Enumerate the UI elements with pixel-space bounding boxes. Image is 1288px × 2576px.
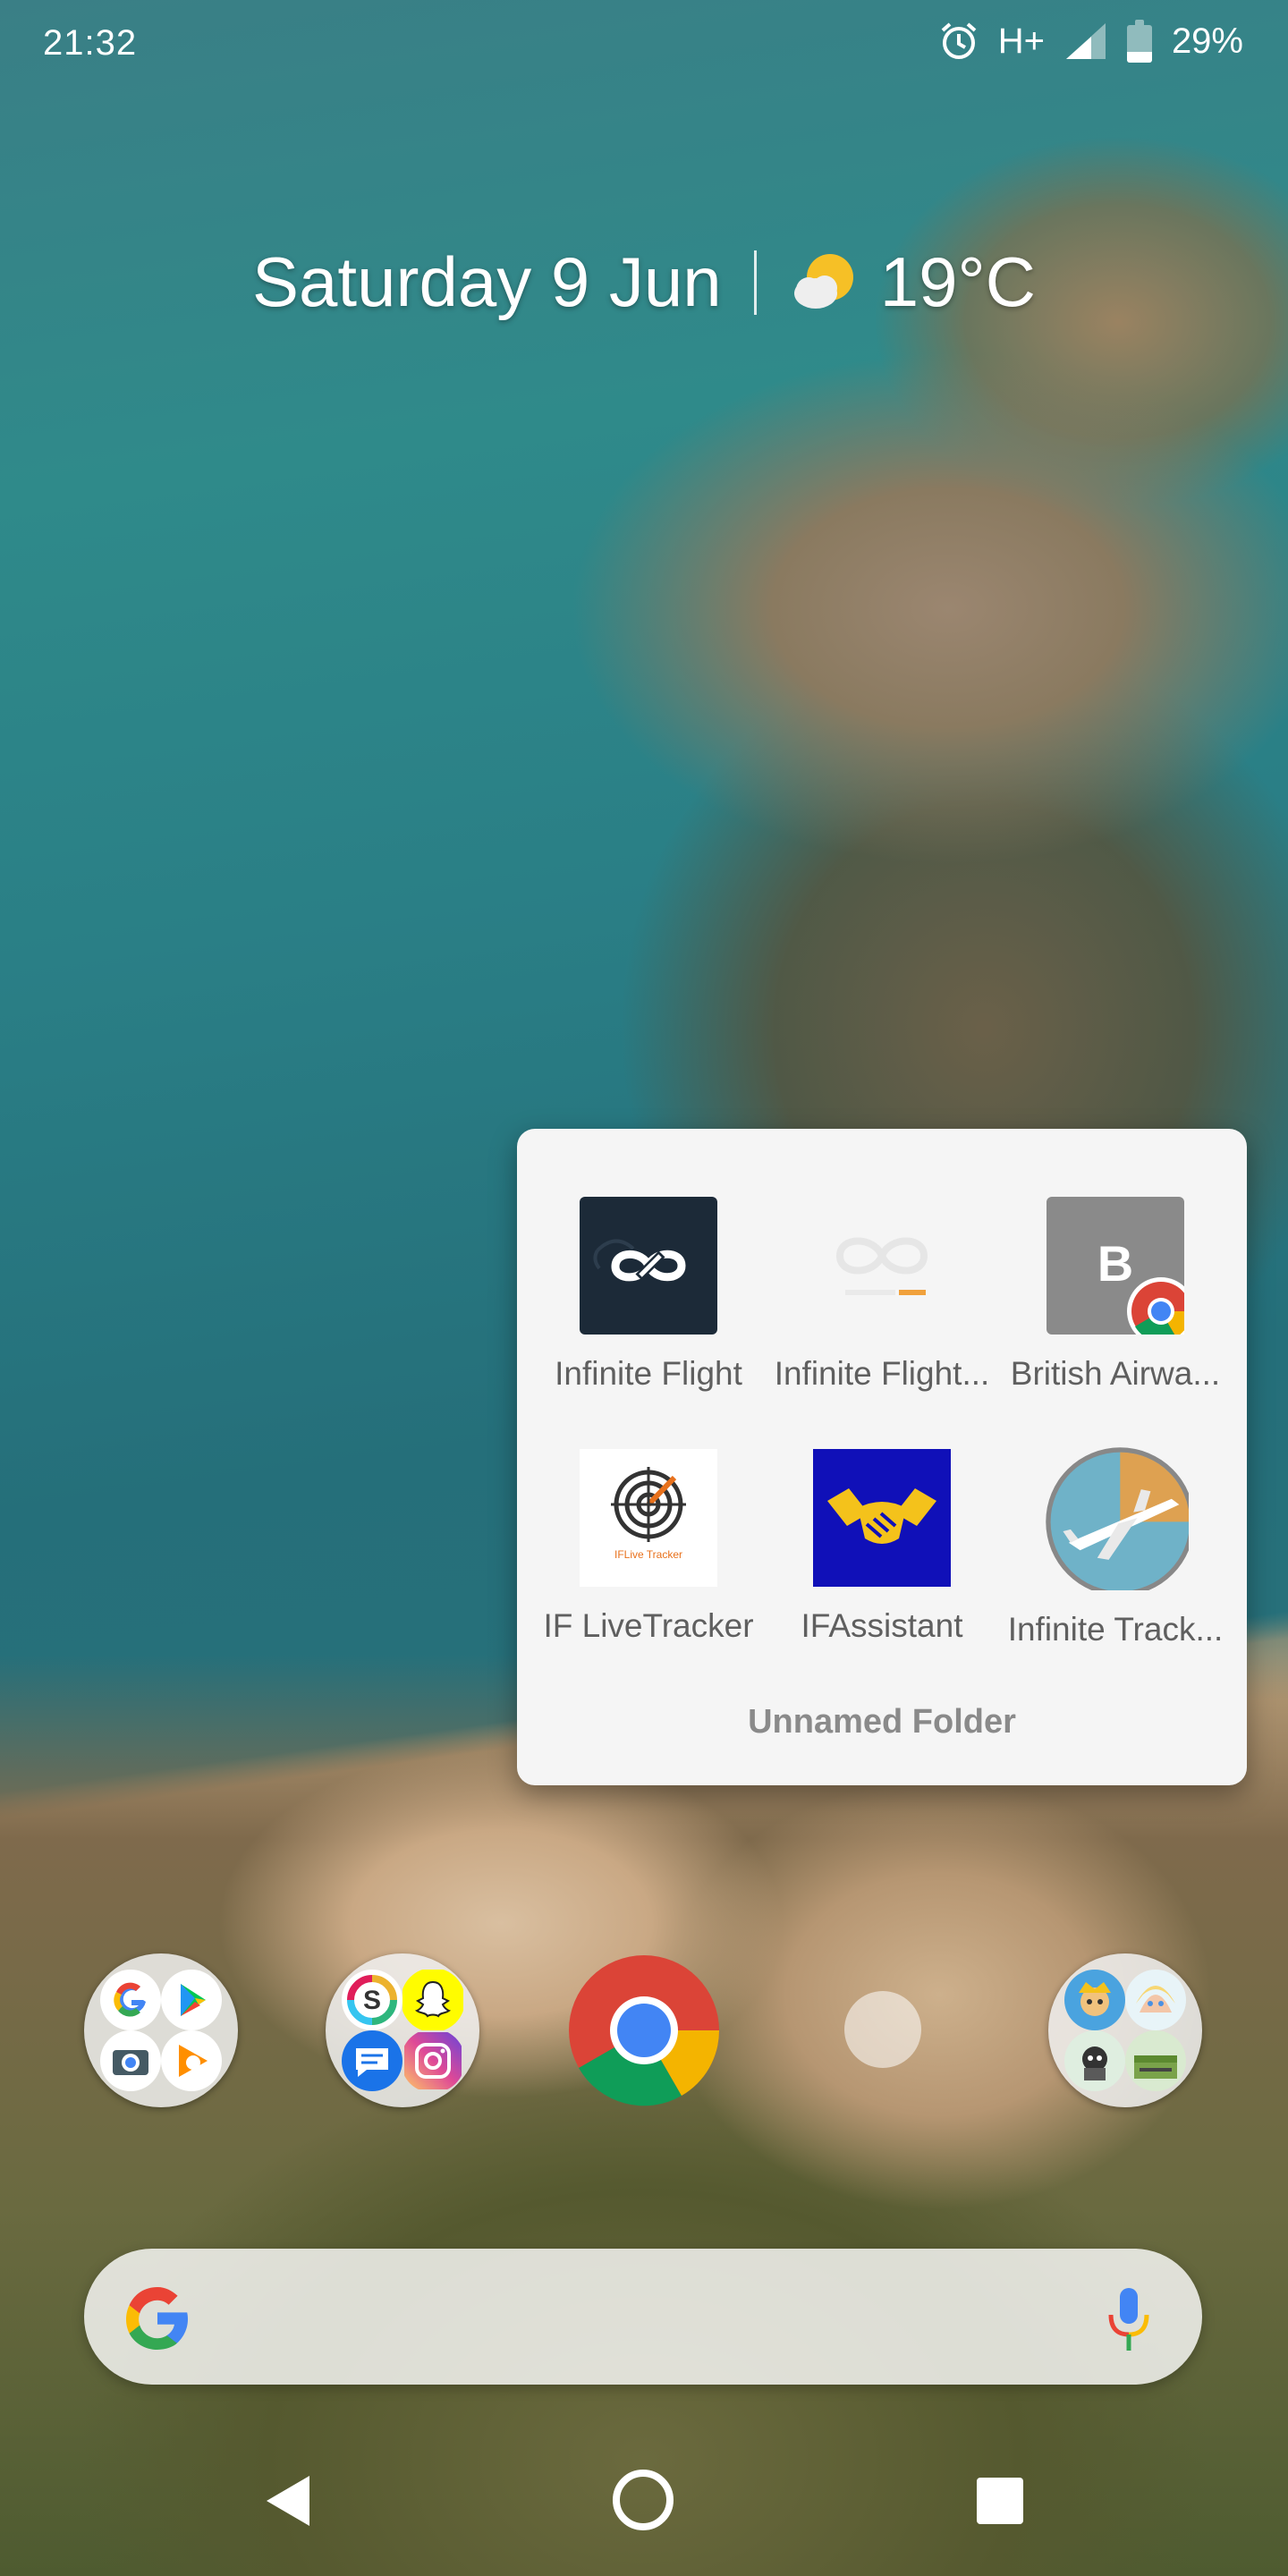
google-app-icon (100, 1970, 161, 2030)
infinite-flight-logo-icon (813, 1197, 951, 1335)
folder-name[interactable]: Unnamed Folder (517, 1703, 1247, 1741)
folder-app-label: Infinite Flight (555, 1355, 742, 1392)
ifassistant-handshake-icon (813, 1449, 951, 1587)
folder-app-infinite-tracker[interactable]: Infinite Track... (995, 1447, 1236, 1648)
signal-icon (1065, 23, 1106, 59)
if-livetracker-icon: IFLive Tracker (580, 1449, 717, 1587)
snapchat-icon (402, 1970, 463, 2030)
character-game-icon (1064, 2030, 1125, 2091)
battery-icon (1126, 20, 1152, 63)
battery-percent: 29% (1171, 21, 1243, 61)
network-type: H+ (997, 21, 1045, 61)
google-search-bar[interactable] (84, 2249, 1202, 2385)
british-airways-chrome-shortcut-icon: B (1046, 1197, 1195, 1345)
play-music-icon (161, 2030, 222, 2091)
status-time: 21:32 (43, 23, 138, 63)
google-g-icon[interactable] (120, 2281, 195, 2356)
slack-letter: S (363, 1986, 381, 2015)
folder-popup: Infinite Flight Infinite Flight... B Bri… (517, 1129, 1247, 1785)
folder-app-infinite-flight[interactable]: Infinite Flight (528, 1197, 769, 1393)
folder-app-ifassistant[interactable]: IFAssistant (761, 1449, 1003, 1645)
folder-app-if-livetracker[interactable]: IFLive Tracker IF LiveTracker (528, 1449, 769, 1645)
folder-app-label: British Airwa... (1010, 1355, 1221, 1392)
if-livetracker-icon-text: IFLive Tracker (614, 1548, 682, 1561)
minecraft-icon (1125, 2030, 1186, 2091)
back-icon[interactable] (265, 2474, 311, 2528)
instagram-icon (404, 2032, 462, 2089)
folder-app-label: IFAssistant (801, 1607, 963, 1644)
dock-folder-games[interactable] (1048, 1953, 1202, 2107)
folder-app-infinite-flight-2[interactable]: Infinite Flight... (761, 1197, 1003, 1393)
microphone-icon[interactable] (1106, 2284, 1152, 2356)
wallpaper-shore (0, 1655, 1288, 2576)
slack-icon: S (342, 1970, 402, 2030)
infinite-tracker-plane-icon (1046, 1447, 1195, 1597)
messages-icon (342, 2030, 402, 2091)
at-a-glance-widget[interactable]: Saturday 9 Jun 19°C (0, 242, 1288, 323)
folder-app-label: IF LiveTracker (543, 1607, 754, 1644)
british-airways-letter: B (1097, 1235, 1133, 1292)
recents-icon[interactable] (977, 2478, 1023, 2524)
camera-icon (100, 2030, 161, 2091)
partly-cloudy-icon (793, 253, 853, 309)
navigation-bar (0, 2442, 1288, 2576)
anime-game-icon (1125, 1970, 1186, 2030)
chrome-icon[interactable] (567, 1953, 721, 2107)
glance-divider (753, 250, 757, 315)
home-icon[interactable] (612, 2469, 674, 2531)
folder-app-label: Infinite Flight... (774, 1355, 990, 1392)
alarm-icon (941, 22, 977, 59)
status-icons: H+ 29% (939, 20, 1243, 63)
dock-empty-slot[interactable] (844, 1991, 921, 2068)
dock-folder-google[interactable] (84, 1953, 238, 2107)
folder-app-label: Infinite Track... (1007, 1611, 1224, 1648)
folder-app-british-airways[interactable]: B British Airwa... (995, 1197, 1236, 1393)
clash-royale-icon (1064, 1970, 1125, 2030)
dock-folder-social[interactable]: S (326, 1953, 479, 2107)
glance-temperature[interactable]: 19°C (880, 242, 1036, 323)
play-store-icon (161, 1970, 222, 2030)
glance-date[interactable]: Saturday 9 Jun (252, 242, 722, 323)
infinite-flight-icon (580, 1197, 717, 1335)
status-bar: 21:32 H+ 29% (0, 0, 1288, 86)
